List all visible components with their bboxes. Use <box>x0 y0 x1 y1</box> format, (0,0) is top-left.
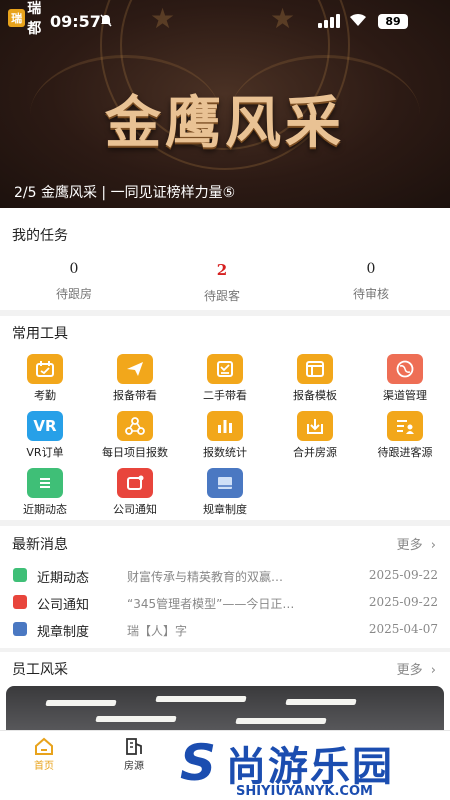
watermark-url: SHIYIUYANYK.COM <box>236 784 373 799</box>
common-tools-section: 常用工具 考勤 报备带看 二手带看 报备模板 渠道管理 VR VR订单 每日项目… <box>0 316 450 520</box>
task-count: 0 <box>366 261 376 277</box>
tool-channel-management[interactable]: 渠道管理 <box>360 354 450 403</box>
tool-vr-order[interactable]: VR VR订单 <box>0 411 90 460</box>
tool-merge-listings[interactable]: 合并房源 <box>270 411 360 460</box>
tab-label: 房源 <box>124 761 144 772</box>
tool-daily-project-report[interactable]: 每日项目报数 <box>90 411 180 460</box>
book-icon <box>207 468 243 498</box>
news-date: 2025-09-22 <box>368 568 438 582</box>
tool-label: 报备带看 <box>113 389 157 402</box>
tool-secondhand-viewing[interactable]: 二手带看 <box>180 354 270 403</box>
globe-icon <box>387 354 423 384</box>
tool-label: 合并房源 <box>293 446 337 459</box>
common-tools-title: 常用工具 <box>12 326 68 342</box>
news-date: 2025-09-22 <box>368 595 438 609</box>
task-count: 0 <box>69 261 79 277</box>
tool-attendance[interactable]: 考勤 <box>0 354 90 403</box>
tool-report-viewing[interactable]: 报备带看 <box>90 354 180 403</box>
tool-label: 报数统计 <box>203 446 247 459</box>
banner-title: 金鹰风采 <box>105 90 345 156</box>
tool-label: 报备模板 <box>293 389 337 402</box>
vr-icon: VR <box>27 411 63 441</box>
tool-label: 考勤 <box>34 389 56 402</box>
template-icon <box>297 354 333 384</box>
my-tasks-title: 我的任务 <box>12 228 68 244</box>
my-tasks-section: 我的任务 0 待跟房 2 待跟客 0 待审核 <box>0 208 450 310</box>
book-icon <box>13 622 27 636</box>
tool-report-statistics[interactable]: 报数统计 <box>180 411 270 460</box>
latest-news-title: 最新消息 <box>12 537 68 553</box>
tool-label: 公司通知 <box>113 503 157 516</box>
news-item[interactable]: 近期动态 财富传承与精英教育的双赢… 2025-09-22 <box>0 563 450 589</box>
task-label: 待跟房 <box>55 287 92 301</box>
notice-icon <box>13 595 27 609</box>
tool-label: 近期动态 <box>23 503 67 516</box>
task-label: 待跟客 <box>203 289 240 303</box>
task-pending-review[interactable]: 0 待审核 <box>311 261 431 302</box>
building-icon <box>104 737 164 757</box>
app-logo-mark: 瑞 <box>8 9 26 27</box>
status-bar: 瑞 瑞都 09:57 89 <box>0 0 450 46</box>
banner-caption: 2/5 金鹰风采 | 一同见证榜样力量⑤ <box>14 185 236 201</box>
tool-company-notice[interactable]: 公司通知 <box>90 468 180 517</box>
more-label: 更多 <box>396 663 423 678</box>
app-logo: 瑞 瑞都 <box>8 1 54 37</box>
tool-report-template[interactable]: 报备模板 <box>270 354 360 403</box>
watermark-logo-icon: S <box>180 734 217 792</box>
latest-news-section: 最新消息 更多 › 近期动态 财富传承与精英教育的双赢… 2025-09-22 … <box>0 526 450 648</box>
signal-icon <box>318 14 340 28</box>
chevron-right-icon: › <box>430 538 436 553</box>
list-icon <box>13 568 27 582</box>
more-label: 更多 <box>396 538 423 553</box>
news-item[interactable]: 公司通知 “345管理者模型”——今日正… 2025-09-22 <box>0 590 450 616</box>
staff-showcase-title: 员工风采 <box>12 662 68 678</box>
battery-indicator: 89 <box>378 14 408 29</box>
tab-home[interactable]: 首页 <box>14 737 74 772</box>
news-category: 规章制度 <box>37 625 90 640</box>
status-time: 09:57 <box>50 12 101 31</box>
tool-label: 规章制度 <box>203 503 247 516</box>
tool-regulations[interactable]: 规章制度 <box>180 468 270 517</box>
site-watermark: S 尚游乐园 SHIYIUYANYK.COM <box>180 734 450 800</box>
news-text: “345管理者模型”——今日正… <box>127 597 295 611</box>
tool-followup-clients[interactable]: 待跟进客源 <box>360 411 450 460</box>
news-text: 瑞【人】字 <box>127 624 188 638</box>
tool-label: 待跟进客源 <box>377 446 433 459</box>
task-count: 2 <box>216 261 228 279</box>
user-list-icon <box>387 411 423 441</box>
mute-icon <box>100 14 112 31</box>
tool-label: VR订单 <box>26 446 64 459</box>
paper-plane-icon <box>117 354 153 384</box>
tool-label: 渠道管理 <box>383 389 427 402</box>
task-pending-client[interactable]: 2 待跟客 <box>162 261 282 304</box>
calendar-icon <box>27 354 63 384</box>
list-icon <box>27 468 63 498</box>
tool-label: 二手带看 <box>203 389 247 402</box>
network-icon <box>117 411 153 441</box>
news-date: 2025-04-07 <box>368 622 438 636</box>
tool-label: 每日项目报数 <box>102 446 168 459</box>
bar-chart-icon <box>207 411 243 441</box>
news-category: 公司通知 <box>37 598 90 613</box>
tab-label: 首页 <box>34 761 54 772</box>
tool-recent-updates[interactable]: 近期动态 <box>0 468 90 517</box>
notice-icon <box>117 468 153 498</box>
merge-icon <box>297 411 333 441</box>
news-item[interactable]: 规章制度 瑞【人】字 2025-04-07 <box>0 617 450 643</box>
wifi-icon <box>348 11 368 27</box>
home-icon <box>14 737 74 757</box>
news-text: 财富传承与精英教育的双赢… <box>127 570 284 584</box>
checklist-icon <box>207 354 243 384</box>
news-category: 近期动态 <box>37 571 90 586</box>
news-more-link[interactable]: 更多 › <box>397 534 436 553</box>
task-pending-property[interactable]: 0 待跟房 <box>14 261 134 302</box>
task-label: 待审核 <box>352 287 389 301</box>
staff-more-link[interactable]: 更多 › <box>397 659 436 678</box>
chevron-right-icon: › <box>430 663 436 678</box>
tab-listings[interactable]: 房源 <box>104 737 164 772</box>
staff-photo[interactable] <box>6 686 444 736</box>
